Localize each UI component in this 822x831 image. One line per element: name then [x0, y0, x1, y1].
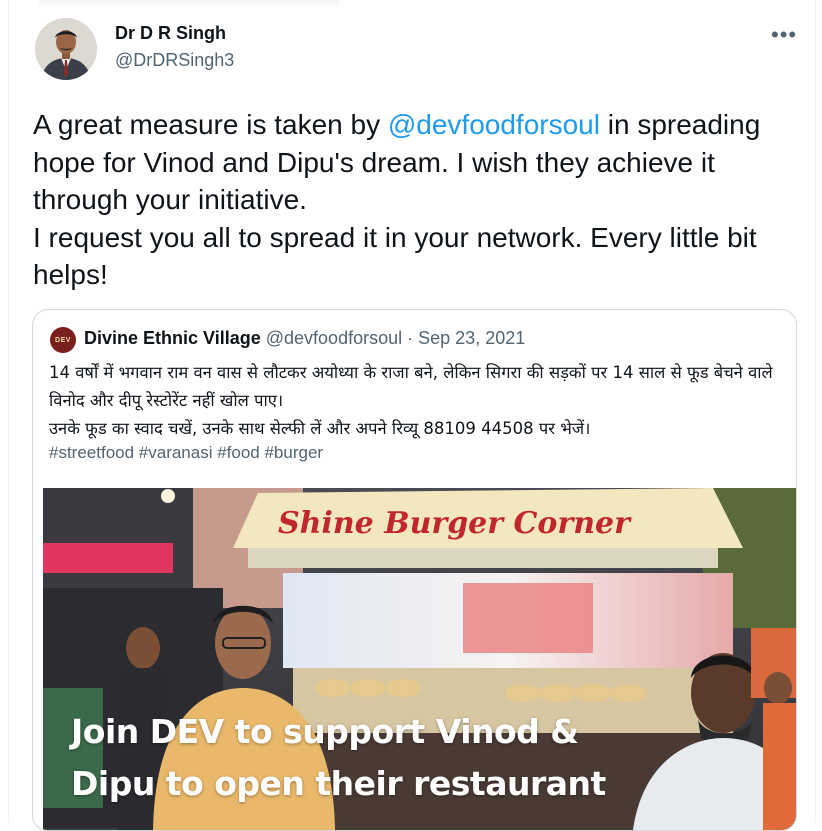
quoted-text-line-2: उनके फूड का स्वाद चखें, उनके साथ सेल्फी …: [49, 419, 591, 438]
sign-text: Shine Burger Corner: [278, 506, 632, 541]
author-handle[interactable]: @DrDRSingh3: [115, 50, 234, 71]
quoted-author-name[interactable]: Divine Ethnic Village: [84, 328, 261, 348]
tweet-card[interactable]: Dr D R Singh @DrDRSingh3 ••• A great mea…: [8, 0, 816, 831]
previous-tweet-edge: [39, 0, 339, 8]
tweet-text: A great measure is taken by @devfoodfors…: [33, 106, 808, 294]
caption-line-2: Dipu to open their restaurant: [71, 764, 606, 803]
author-name[interactable]: Dr D R Singh: [115, 23, 226, 44]
quoted-tweet-header: Divine Ethnic Village @devfoodforsoul · …: [84, 328, 525, 349]
caption-line-1: Join DEV to support Vinod &: [71, 712, 579, 751]
avatar-logo-text: DEV: [55, 336, 71, 344]
meta-separator: ·: [407, 328, 414, 348]
quoted-author-handle[interactable]: @devfoodforsoul: [266, 328, 402, 348]
tweet-text-paragraph-2: I request you all to spread it in your n…: [33, 221, 757, 291]
quoted-tweet[interactable]: DEV Divine Ethnic Village @devfoodforsou…: [32, 309, 797, 831]
quoted-text-line-1: 14 वर्षों में भगवान राम वन वास से लौटकर …: [49, 363, 773, 410]
quoted-author-avatar[interactable]: DEV: [50, 327, 76, 353]
video-caption: Join DEV to support Vinod & Dipu to open…: [71, 706, 606, 810]
author-avatar[interactable]: [35, 18, 97, 80]
quoted-hashtags[interactable]: #streetfood #varanasi #food #burger: [49, 443, 323, 463]
tweet-text-before-mention: A great measure is taken by: [33, 109, 388, 140]
quoted-tweet-date[interactable]: Sep 23, 2021: [418, 328, 525, 348]
quoted-tweet-text: 14 वर्षों में भगवान राम वन वास से लौटकर …: [49, 359, 789, 443]
quoted-media-image[interactable]: Shine Burger Corner Join DEV to support …: [43, 488, 796, 830]
mention-link[interactable]: @devfoodforsoul: [388, 109, 600, 140]
more-options-icon[interactable]: •••: [771, 22, 797, 48]
tweet-text-paragraph-1: A great measure is taken by @devfoodfors…: [33, 106, 808, 219]
